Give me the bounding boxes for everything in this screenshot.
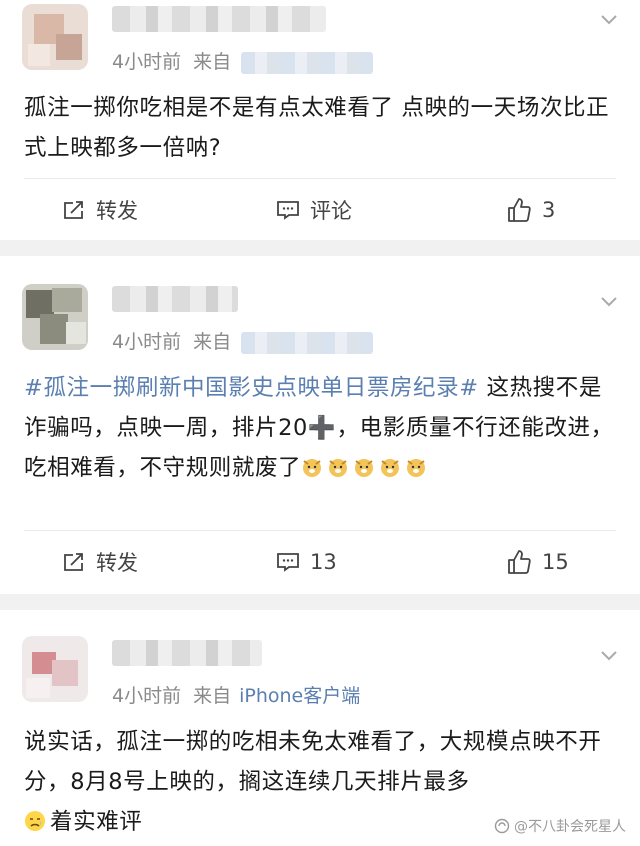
post-card-2: 4小时前 来自 #孤注一掷刷新中国影史点映单日票房纪录# 这热搜不是诈骗吗，点映一… (0, 256, 640, 594)
comment-icon (277, 553, 299, 572)
avatar[interactable] (22, 636, 88, 702)
post-text: 孤注一掷你吃相是不是有点太难看了 点映的一天场次比正式上映都多一倍呐? (24, 95, 610, 161)
chevron-down-icon[interactable] (600, 292, 618, 310)
dog-emoji-group (301, 455, 431, 481)
action-bar: 转发 评论 3 (0, 190, 640, 230)
from-label: 来自 (193, 685, 232, 707)
post-text: #孤注一掷刷新中国影史点映单日票房纪录# 这热搜不是诈骗吗，点映一周，排片20➕… (24, 368, 620, 488)
watermark-text: @不八卦会死星人 (514, 819, 626, 835)
post-time: 4小时前 (112, 51, 182, 73)
dog-emoji-icon (407, 459, 426, 477)
dog-emoji-icon (355, 459, 374, 477)
forward-label: 转发 (96, 551, 138, 575)
post-card-3: 4小时前 来自 iPhone客户端 说实话，孤注一掷的吃相未免太难看了，大规模点映不… (0, 610, 640, 846)
post-time: 4小时前 (112, 331, 182, 353)
source-blurred (241, 331, 374, 354)
sad-emoji-icon (25, 811, 45, 831)
like-icon (508, 198, 531, 222)
source-blurred (241, 51, 374, 74)
post-meta: 4小时前 来自 iPhone客户端 (112, 681, 360, 708)
dog-emoji-icon (381, 459, 400, 477)
forward-icon (64, 201, 83, 219)
username-blurred[interactable] (112, 6, 326, 32)
username-blurred[interactable] (112, 640, 262, 666)
like-count: 3 (542, 198, 556, 222)
from-label: 来自 (193, 331, 232, 353)
comment-icon (277, 201, 299, 220)
avatar[interactable] (22, 4, 88, 70)
dog-emoji-icon (303, 459, 322, 477)
forward-button[interactable]: 转发 (62, 190, 138, 230)
username-blurred[interactable] (112, 286, 238, 312)
dog-emoji-icon (329, 459, 348, 477)
comment-count: 13 (310, 550, 337, 574)
source-link[interactable]: iPhone客户端 (239, 685, 360, 707)
post-time: 4小时前 (112, 685, 182, 707)
like-icon (508, 550, 531, 574)
hashtag-link[interactable]: #孤注一掷刷新中国影史点映单日票房纪录# (24, 375, 479, 401)
chevron-down-icon[interactable] (600, 10, 618, 28)
post-text-content: 说实话，孤注一掷的吃相未免太难看了，大规模点映不开分，8月8号上映的，搁这连续几… (24, 729, 602, 795)
comment-button[interactable]: 评论 (276, 190, 352, 230)
chevron-down-icon[interactable] (600, 646, 618, 664)
avatar[interactable] (22, 284, 88, 350)
watermark: @不八卦会死星人 (494, 816, 626, 836)
forward-label: 转发 (96, 199, 138, 223)
from-label: 来自 (193, 51, 232, 73)
comment-label: 评论 (310, 199, 352, 223)
post-meta: 4小时前 来自 (112, 327, 374, 354)
watermark-logo-icon (494, 818, 510, 834)
like-button[interactable]: 15 (506, 542, 569, 582)
divider (24, 530, 616, 531)
forward-icon (64, 553, 83, 571)
post-meta: 4小时前 来自 (112, 47, 374, 74)
comment-button[interactable]: 13 (276, 542, 337, 582)
like-button[interactable]: 3 (506, 190, 555, 230)
like-count: 15 (542, 550, 569, 574)
forward-button[interactable]: 转发 (62, 542, 138, 582)
post-card-1: 4小时前 来自 孤注一掷你吃相是不是有点太难看了 点映的一天场次比正式上映都多一倍… (0, 0, 640, 240)
post-text-tail: 着实难评 (50, 809, 143, 835)
divider (24, 178, 616, 179)
action-bar: 转发 13 15 (0, 542, 640, 582)
